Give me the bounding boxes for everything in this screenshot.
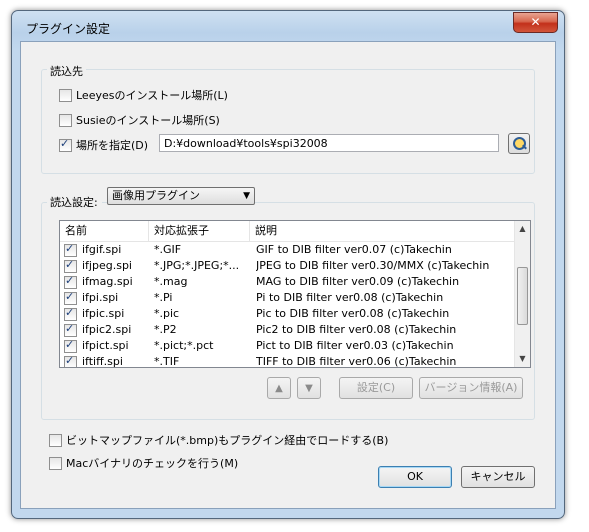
checkbox-label: Susieのインストール場所(S) — [76, 114, 220, 127]
version-info-button[interactable]: バージョン情報(A) — [419, 377, 523, 399]
plugin-description: TIFF to DIB filter ver0.06 (c)Takechin — [256, 355, 457, 368]
plugin-settings-dialog: プラグイン設定 ✕ 読込先 Leeyesのインストール場所(L) Susieのイ… — [11, 10, 565, 519]
susie-location-checkbox[interactable]: Susieのインストール場所(S) — [59, 112, 220, 128]
cancel-button[interactable]: キャンセル — [461, 466, 535, 488]
plugin-name: ifpict.spi — [82, 339, 129, 352]
chevron-down-icon: ▼ — [243, 191, 250, 201]
leeyes-location-checkbox[interactable]: Leeyesのインストール場所(L) — [59, 87, 228, 103]
plugin-name: iftiff.spi — [82, 355, 123, 368]
column-header-extension[interactable]: 対応拡張子 — [149, 221, 250, 241]
plugin-description: Pic to DIB filter ver0.08 (c)Takechin — [256, 307, 450, 320]
arrow-up-icon: ▲ — [275, 383, 283, 394]
checkbox-box[interactable] — [49, 433, 62, 447]
table-row[interactable]: iftiff.spi *.TIF TIFF to DIB filter ver0… — [60, 354, 530, 368]
plugin-extension: *.pic — [154, 307, 180, 320]
specify-location-checkbox[interactable]: 場所を指定(D) — [59, 137, 148, 153]
column-header-name[interactable]: 名前 — [60, 221, 149, 241]
table-row[interactable]: ifpi.spi *.Pi Pi to DIB filter ver0.08 (… — [60, 290, 530, 306]
checkbox-box[interactable] — [59, 88, 72, 102]
plugin-description: Pi to DIB filter ver0.08 (c)Takechin — [256, 291, 444, 304]
row-checkbox[interactable] — [64, 306, 77, 321]
list-scrollbar[interactable]: ▲ ▼ — [514, 221, 530, 367]
move-up-button[interactable]: ▲ — [267, 377, 291, 399]
plugin-name: ifgif.spi — [82, 243, 122, 256]
row-checkbox[interactable] — [64, 338, 77, 353]
plugin-description: JPEG to DIB filter ver0.30/MMX (c)Takech… — [256, 259, 490, 272]
close-button[interactable]: ✕ — [513, 12, 558, 33]
checkbox-label: Leeyesのインストール場所(L) — [76, 89, 228, 102]
plugin-description: Pict to DIB filter ver0.03 (c)Takechin — [256, 339, 454, 352]
plugin-description: Pic2 to DIB filter ver0.08 (c)Takechin — [256, 323, 457, 336]
checkbox-box[interactable] — [59, 113, 72, 127]
row-checkbox[interactable] — [64, 274, 77, 289]
plugin-name: ifmag.spi — [82, 275, 133, 288]
plugin-extension: *.Pi — [154, 291, 173, 304]
mac-binary-check-checkbox[interactable]: Macバイナリのチェックを行う(M) — [49, 455, 238, 471]
title-bar[interactable]: プラグイン設定 ✕ — [12, 11, 564, 41]
move-down-button[interactable]: ▼ — [297, 377, 321, 399]
column-header-description[interactable]: 説明 — [250, 221, 515, 241]
plugin-extension: *.pict;*.pct — [154, 339, 214, 352]
plugin-name: ifpic.spi — [82, 307, 125, 320]
plugin-name: ifpic2.spi — [82, 323, 132, 336]
scroll-down-arrow-icon[interactable]: ▼ — [515, 351, 530, 367]
plugin-extension: *.TIF — [154, 355, 180, 368]
row-checkbox[interactable] — [64, 242, 77, 257]
table-row[interactable]: ifgif.spi *.GIF GIF to DIB filter ver0.0… — [60, 242, 530, 258]
plugin-list-header: 名前 対応拡張子 説明 — [60, 221, 530, 242]
read-source-group-label: 読込先 — [47, 63, 86, 79]
row-checkbox[interactable] — [64, 258, 77, 273]
table-row[interactable]: ifmag.spi *.mag MAG to DIB filter ver0.0… — [60, 274, 530, 290]
bmp-via-plugin-checkbox[interactable]: ビットマップファイル(*.bmp)もプラグイン経由でロードする(B) — [49, 432, 388, 448]
plugin-description: GIF to DIB filter ver0.07 (c)Takechin — [256, 243, 452, 256]
checkbox-label: Macバイナリのチェックを行う(M) — [66, 457, 239, 470]
plugin-extension: *.mag — [154, 275, 188, 288]
plugin-list[interactable]: 名前 対応拡張子 説明 ifgif.spi *.GIF GIF to DIB f… — [59, 220, 531, 368]
table-row[interactable]: ifjpeg.spi *.JPG;*.JPEG;*... JPEG to DIB… — [60, 258, 530, 274]
plugin-type-select[interactable]: 画像用プラグイン ▼ — [107, 187, 255, 205]
ok-button[interactable]: OK — [378, 466, 452, 488]
browse-button[interactable] — [508, 133, 530, 154]
arrow-down-icon: ▼ — [305, 383, 313, 394]
plugin-settings-button[interactable]: 設定(C) — [339, 377, 413, 399]
read-settings-group-label: 読込設定: — [47, 194, 102, 210]
dialog-client: 読込先 Leeyesのインストール場所(L) Susieのインストール場所(S)… — [20, 41, 556, 509]
checkbox-box[interactable] — [59, 137, 72, 152]
table-row[interactable]: ifpic2.spi *.P2 Pic2 to DIB filter ver0.… — [60, 322, 530, 338]
plugin-path-input[interactable]: D:¥download¥tools¥spi32008 — [159, 134, 499, 152]
plugin-description: MAG to DIB filter ver0.09 (c)Takechin — [256, 275, 460, 288]
plugin-type-value: 画像用プラグイン — [112, 189, 200, 202]
plugin-extension: *.P2 — [154, 323, 177, 336]
row-checkbox[interactable] — [64, 322, 77, 337]
checkbox-label: ビットマップファイル(*.bmp)もプラグイン経由でロードする(B) — [66, 434, 389, 447]
plugin-name: ifjpeg.spi — [82, 259, 132, 272]
plugin-extension: *.JPG;*.JPEG;*... — [154, 259, 240, 272]
checkbox-label: 場所を指定(D) — [76, 139, 149, 152]
row-checkbox[interactable] — [64, 290, 77, 305]
table-row[interactable]: ifpic.spi *.pic Pic to DIB filter ver0.0… — [60, 306, 530, 322]
plugin-name: ifpi.spi — [82, 291, 119, 304]
window-title: プラグイン設定 — [26, 22, 111, 36]
scroll-thumb[interactable] — [517, 267, 528, 325]
checkbox-box[interactable] — [49, 456, 62, 470]
table-row[interactable]: ifpict.spi *.pict;*.pct Pict to DIB filt… — [60, 338, 530, 354]
scroll-up-arrow-icon[interactable]: ▲ — [515, 221, 530, 237]
row-checkbox[interactable] — [64, 354, 77, 367]
plugin-extension: *.GIF — [154, 243, 182, 256]
